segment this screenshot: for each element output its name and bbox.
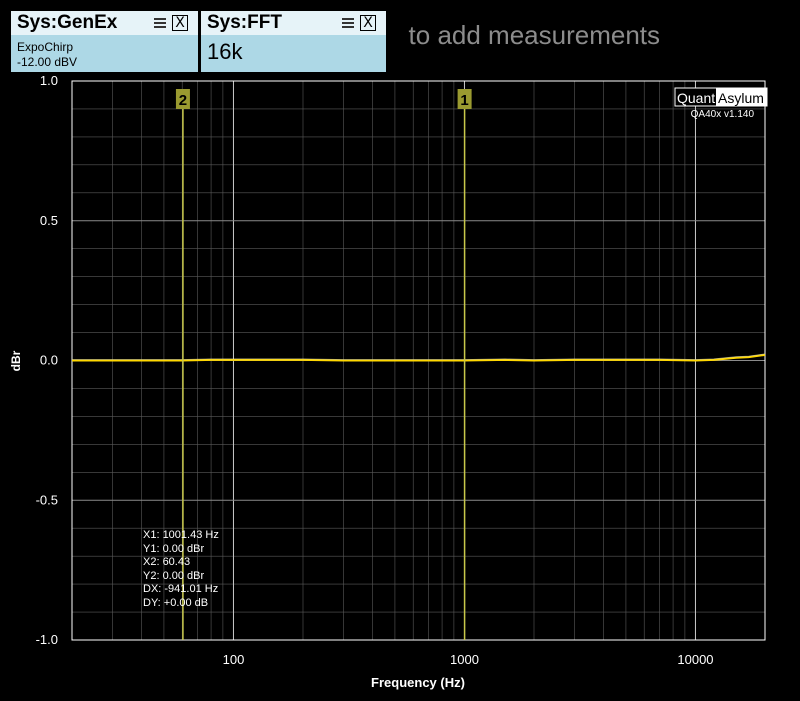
x-tick-label: 100	[223, 652, 245, 667]
y2-readout: Y2: 0.00 dBr	[143, 569, 205, 582]
cursor-marker-label: 1	[460, 92, 468, 109]
cursor-markers: 12	[175, 89, 472, 640]
trace-line-secondary	[72, 353, 766, 360]
quantasylum-logo: Quant Asylum QA40x v1.140	[674, 87, 768, 120]
y1-readout: Y1: 0.00 dBr	[143, 542, 205, 555]
y-tick-label: 0.0	[40, 353, 58, 368]
traces	[72, 353, 766, 362]
frequency-response-chart[interactable]: 1.0 0.5 0.0 -0.5 -1.0 100 1000 10000 dBr Frequ…	[0, 0, 800, 701]
logo-asylum: Asylum	[718, 90, 764, 106]
dy-readout: DY: +0.00 dB	[143, 596, 209, 609]
x1-readout: X1: 1001.43 Hz	[143, 529, 219, 541]
x-tick-label: 1000	[450, 652, 479, 667]
y-tick-labels: 1.0 0.5 0.0 -0.5 -1.0	[36, 73, 58, 647]
y-axis-label: dBr	[9, 350, 23, 371]
dx-readout: DX: -941.01 Hz	[143, 583, 219, 596]
x-axis-label: Frequency (Hz)	[371, 675, 465, 690]
cursor-marker-label: 2	[179, 92, 187, 109]
version-text: QA40x v1.140	[691, 109, 755, 120]
x-tick-label: 10000	[677, 652, 713, 667]
x-tick-labels: 100 1000 10000	[223, 652, 714, 667]
y-tick-label: -1.0	[36, 632, 58, 647]
logo-quant: Quant	[677, 90, 715, 106]
y-tick-label: 1.0	[40, 73, 58, 88]
x2-readout: X2: 60.43	[143, 556, 191, 569]
y-tick-label: 0.5	[40, 213, 58, 228]
cursor-readout: X1: 1001.43 Hz Y1: 0.00 dBr X2: 60.43 Y2…	[143, 529, 219, 611]
y-tick-label: -0.5	[36, 492, 58, 507]
